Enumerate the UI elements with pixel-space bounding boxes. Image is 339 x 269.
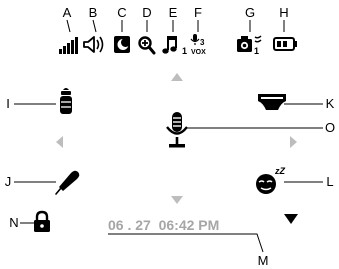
speaker-volume-icon: [83, 36, 104, 53]
callout-n: N: [9, 215, 18, 230]
callout-m: M: [258, 253, 269, 268]
camera-number: 1: [254, 46, 259, 56]
nav-up-arrow[interactable]: [171, 73, 183, 81]
leader-a: [66, 19, 71, 33]
vox-level-number: 3: [200, 38, 205, 47]
nav-down-arrow[interactable]: [171, 196, 183, 204]
callout-b: B: [89, 5, 98, 20]
night-light-icon: [114, 36, 130, 53]
date-time-display: 06 . 27 06:42 PM: [108, 217, 219, 233]
callout-j: J: [5, 174, 12, 189]
microphone-icon[interactable]: [166, 112, 188, 148]
nav-right-arrow[interactable]: [290, 136, 297, 148]
lock-icon[interactable]: [34, 210, 50, 232]
feeding-bottle-icon[interactable]: [60, 88, 72, 114]
sleep-face-icon[interactable]: [256, 174, 276, 194]
callout-a: A: [63, 5, 72, 20]
callout-i: I: [6, 96, 10, 111]
callout-c: C: [117, 5, 126, 20]
callout-e: E: [169, 5, 178, 20]
callout-f: F: [194, 5, 202, 20]
zoom-icon: [138, 36, 156, 55]
callout-h: H: [279, 5, 288, 20]
leader-m: [108, 233, 264, 253]
nav-left-arrow[interactable]: [56, 136, 63, 148]
sleep-zz-text: zZ: [274, 166, 286, 176]
callout-d: D: [142, 5, 151, 20]
callout-o: O: [325, 120, 335, 135]
diaper-icon[interactable]: [258, 94, 286, 110]
battery-icon: [273, 37, 297, 51]
vox-level-icon: [190, 34, 200, 45]
lullaby-music-icon: [162, 36, 177, 54]
menu-down-triangle[interactable]: [284, 214, 298, 224]
vox-label: VOX: [191, 49, 206, 56]
music-track-number: 1: [182, 46, 187, 56]
callout-k: K: [326, 96, 335, 111]
lcd-screen-diagram: A B C D E F G H I J K L M N O 1 3 VOX 1 …: [5, 5, 335, 268]
signal-strength-icon: [59, 37, 78, 54]
medicine-dropper-icon[interactable]: [55, 170, 80, 195]
leader-b: [92, 19, 97, 33]
callout-l: L: [326, 174, 333, 189]
callout-g: G: [245, 5, 255, 20]
